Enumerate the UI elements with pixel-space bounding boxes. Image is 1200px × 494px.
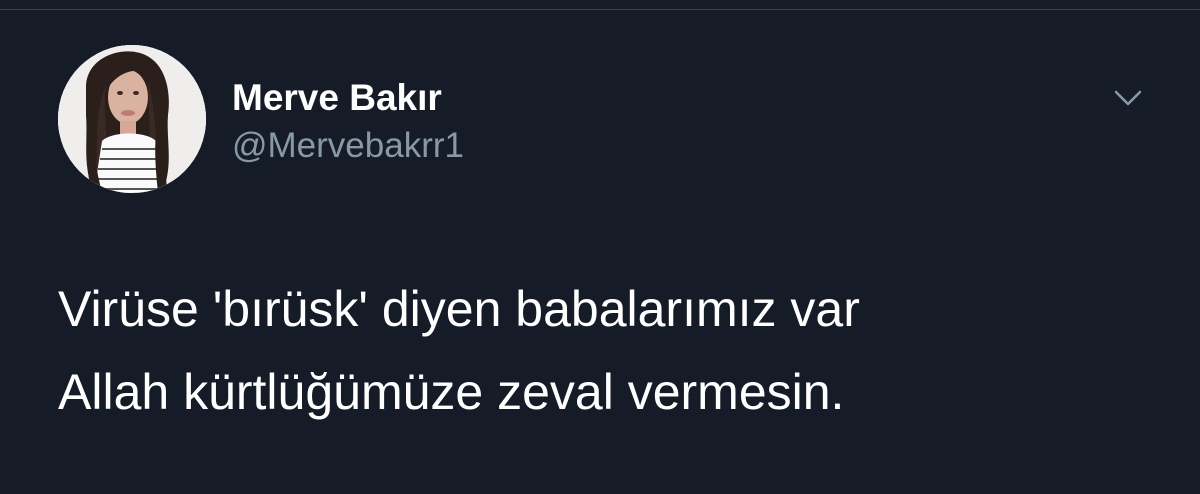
tweet-text-line: Virüse 'bırüsk' diyen babalarımız var xyxy=(58,281,860,337)
author-handle[interactable]: @Mervebakrr1 xyxy=(232,126,464,166)
author-display-name[interactable]: Merve Bakır xyxy=(232,78,442,118)
avatar[interactable] xyxy=(58,45,206,193)
tweet-text-line: Allah kürtlüğümüze zeval vermesin. xyxy=(58,364,845,420)
tweet-card: Merve Bakır @Mervebakrr1 Virüse 'bırüsk'… xyxy=(0,10,1200,494)
top-divider xyxy=(0,0,1200,10)
avatar-photo xyxy=(58,45,206,193)
chevron-down-icon[interactable] xyxy=(1110,80,1146,116)
tweet-text: Virüse 'bırüsk' diyen babalarımız var Al… xyxy=(58,268,1178,434)
